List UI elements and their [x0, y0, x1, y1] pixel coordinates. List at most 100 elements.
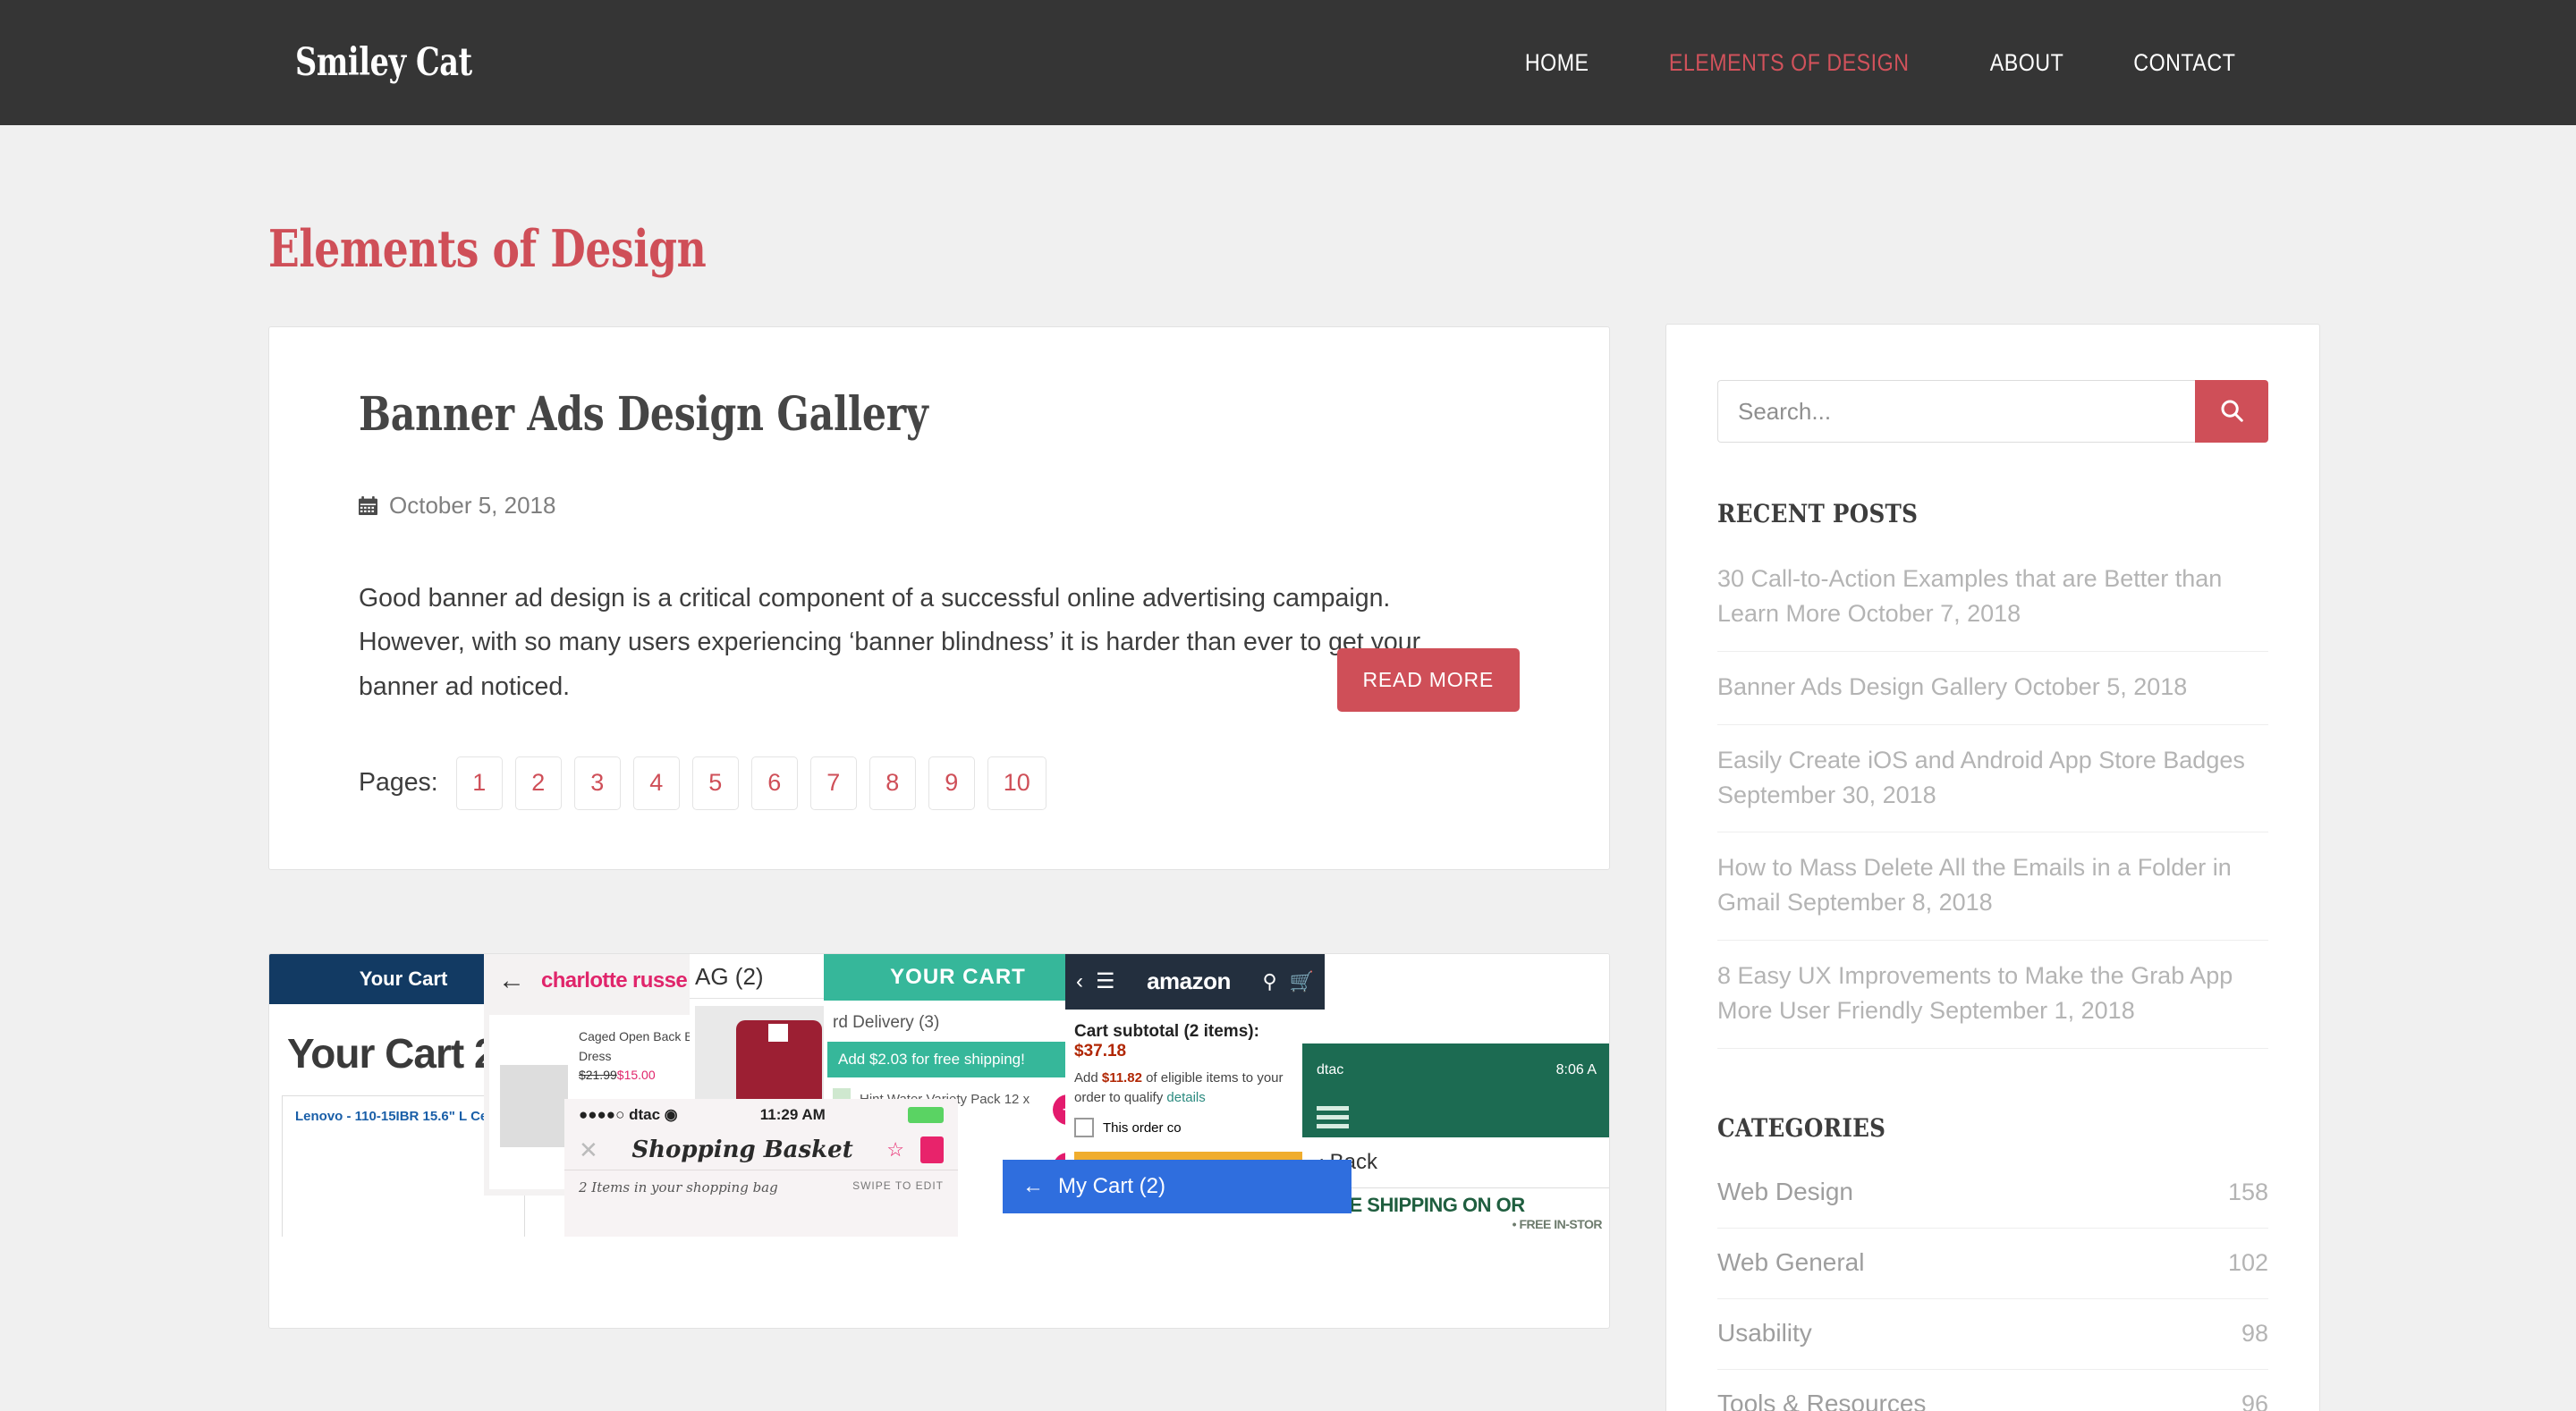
category-item-usability[interactable]: Usability 98	[1717, 1299, 2268, 1370]
collage-p5-subtotal: $37.18	[1074, 1041, 1127, 1060]
page-link-2[interactable]: 2	[514, 756, 562, 810]
list-item: 8 Easy UX Improvements to Make the Grab …	[1717, 941, 2268, 1049]
collage-p7-status: ●●●●○ dtac ◉ 11:29 AM	[564, 1099, 958, 1131]
page-link-4[interactable]: 4	[632, 756, 680, 810]
collage-p6-status: dtac 8:06 A	[1302, 1043, 1609, 1097]
primary-navigation: HOME ELEMENTS OF DESIGN ABOUT CONTACT	[1492, 49, 2272, 77]
collage-p6-carrier: dtac	[1317, 1061, 1344, 1077]
collage-p4-promo: Add $2.03 for free shipping!	[827, 1041, 1089, 1077]
checkbox-icon	[1074, 1118, 1094, 1138]
collage-p2-thumbnail	[500, 1064, 568, 1147]
category-count: 102	[2227, 1248, 2268, 1276]
star-list-icon: ☆	[886, 1138, 904, 1162]
collage-p5-checkbox-row: This order co	[1065, 1111, 1325, 1145]
recent-post-link-3[interactable]: Easily Create iOS and Android App Store …	[1717, 743, 2268, 813]
collage-p2-price-new: $15.00	[616, 1068, 656, 1083]
banner-ads-collage-image: Your Cart Your Cart 2 Lenovo - 110-15IBR…	[269, 953, 1609, 1237]
page-layout: Elements of Design Banner Ads Design Gal…	[0, 125, 2576, 1411]
recent-post-link-5[interactable]: 8 Easy UX Improvements to Make the Grab …	[1717, 959, 2268, 1028]
page-link-5[interactable]: 5	[691, 756, 739, 810]
collage-p5-subtotal-label: Cart subtotal (2 items):	[1074, 1021, 1259, 1041]
article-meta: October 5, 2018	[359, 492, 1520, 520]
collage-p8-label: My Cart (2)	[1058, 1173, 1165, 1198]
recent-posts-title: RECENT POSTS	[1717, 499, 1919, 528]
page-link-6[interactable]: 6	[750, 756, 798, 810]
nav-item-about[interactable]: ABOUT	[1966, 49, 2088, 77]
category-item-tools-resources[interactable]: Tools & Resources 96	[1717, 1370, 2268, 1411]
page-link-8[interactable]: 8	[869, 756, 916, 810]
close-icon: ✕	[579, 1136, 598, 1163]
collage-p5-bar: ‹ ☰ amazon ⚲ 🛒	[1065, 953, 1325, 1010]
collage-p7-foot: 2 Items in your shopping bag SWIPE TO ED…	[564, 1169, 958, 1204]
collage-p5-note: Add $11.82 of eligible items to your ord…	[1065, 1065, 1325, 1111]
nav-item-contact[interactable]: CONTACT	[2110, 49, 2259, 77]
shopping-bag-icon	[920, 1136, 944, 1164]
collage-p7-count: 2 Items in your shopping bag	[579, 1179, 778, 1196]
search-form	[1717, 380, 2268, 443]
recent-post-link-4[interactable]: How to Mass Delete All the Emails in a F…	[1717, 850, 2268, 920]
back-arrow-icon: ←	[1022, 1173, 1044, 1198]
collage-p2-price-old: $21.99	[578, 1068, 617, 1083]
article-excerpt: Good banner ad design is a critical comp…	[359, 584, 1421, 701]
pagination-label: Pages:	[359, 768, 438, 798]
list-item: 30 Call-to-Action Examples that are Bett…	[1717, 558, 2268, 652]
category-item-web-general[interactable]: Web General 102	[1717, 1229, 2268, 1299]
page-link-1[interactable]: 1	[455, 756, 503, 810]
category-item-web-design[interactable]: Web Design 158	[1717, 1172, 2268, 1229]
page-link-7[interactable]: 7	[809, 756, 857, 810]
category-name: Usability	[1717, 1318, 1812, 1347]
hamburger-icon: ☰	[1096, 969, 1115, 994]
article-date: October 5, 2018	[389, 492, 556, 519]
site-logo[interactable]: Smiley Cat	[295, 40, 472, 85]
recent-post-link-1[interactable]: 30 Call-to-Action Examples that are Bett…	[1717, 562, 2268, 631]
category-name: Web Design	[1717, 1177, 1854, 1205]
back-arrow-icon: ←	[498, 965, 525, 995]
category-count: 96	[2241, 1390, 2268, 1411]
collage-p2-brand: charlotte russe	[541, 967, 688, 993]
search-icon	[2218, 397, 2245, 427]
collage-p7-carrier: ●●●●○ dtac ◉	[579, 1105, 678, 1123]
collage-p5-checkbox-label: This order co	[1103, 1120, 1182, 1136]
search-button[interactable]	[2195, 380, 2268, 443]
site-header: Smiley Cat HOME ELEMENTS OF DESIGN ABOUT…	[0, 0, 2576, 125]
page-title: Elements of Design	[268, 219, 707, 279]
calendar-icon	[359, 496, 377, 515]
collage-p7-swipe: SWIPE TO EDIT	[852, 1179, 944, 1192]
search-input[interactable]	[1717, 380, 2195, 443]
collage-p4-delivery: rd Delivery (3)	[833, 1012, 940, 1032]
recent-posts-list: 30 Call-to-Action Examples that are Bett…	[1717, 558, 2268, 1049]
list-item: How to Mass Delete All the Emails in a F…	[1717, 832, 2268, 942]
collage-panel-shopping-basket: ●●●●○ dtac ◉ 11:29 AM ✕ Shopping Basket …	[564, 1098, 958, 1237]
recent-post-link-2[interactable]: Banner Ads Design Gallery October 5, 201…	[1717, 670, 2268, 705]
collage-p5-subtotal-row: Cart subtotal (2 items): $37.18	[1065, 1010, 1325, 1065]
nav-item-home[interactable]: HOME	[1501, 49, 1613, 77]
article-title: Banner Ads Design Gallery	[359, 387, 928, 442]
category-name: Web General	[1717, 1247, 1865, 1276]
collage-p6-shipping-sub: • FREE IN-STOR	[1512, 1216, 1603, 1231]
collage-p1-item: Lenovo - 110-15IBR 15.6" L Ce Dri	[295, 1108, 511, 1124]
collage-p5-note-pre: Add	[1074, 1069, 1102, 1086]
collage-p4-bar: YOUR CART	[824, 953, 1092, 1001]
search-icon: ⚲	[1262, 969, 1277, 993]
nav-item-elements-of-design[interactable]: ELEMENTS OF DESIGN	[1645, 49, 1933, 77]
page-link-10[interactable]: 10	[987, 756, 1046, 810]
sidebar-card: RECENT POSTS 30 Call-to-Action Examples …	[1665, 324, 2320, 1411]
page-link-3[interactable]: 3	[573, 756, 621, 810]
cart-icon: 🛒	[1289, 969, 1314, 993]
category-count: 98	[2241, 1319, 2268, 1347]
list-item: Easily Create iOS and Android App Store …	[1717, 725, 2268, 833]
collage-p7-mid: ✕ Shopping Basket ☆	[564, 1131, 958, 1170]
collage-p5-note-link: details	[1166, 1089, 1206, 1105]
collage-card: Your Cart Your Cart 2 Lenovo - 110-15IBR…	[268, 952, 1610, 1329]
collage-p5-brand: amazon	[1147, 967, 1231, 995]
collage-panel-my-cart-button: ← My Cart (2)	[1003, 1159, 1352, 1213]
collage-p7-time: 11:29 AM	[759, 1105, 826, 1123]
categories-title: CATEGORIES	[1717, 1112, 1886, 1143]
collage-p7-title: Shopping Basket	[631, 1136, 853, 1164]
battery-icon	[908, 1106, 944, 1123]
page-link-9[interactable]: 9	[928, 756, 975, 810]
collage-p6-time: 8:06 A	[1555, 1061, 1597, 1077]
category-name: Tools & Resources	[1717, 1389, 1927, 1411]
pagination: Pages: 1 2 3 4 5 6 7 8 9 10	[359, 756, 1520, 810]
read-more-button[interactable]: READ MORE	[1336, 647, 1520, 712]
